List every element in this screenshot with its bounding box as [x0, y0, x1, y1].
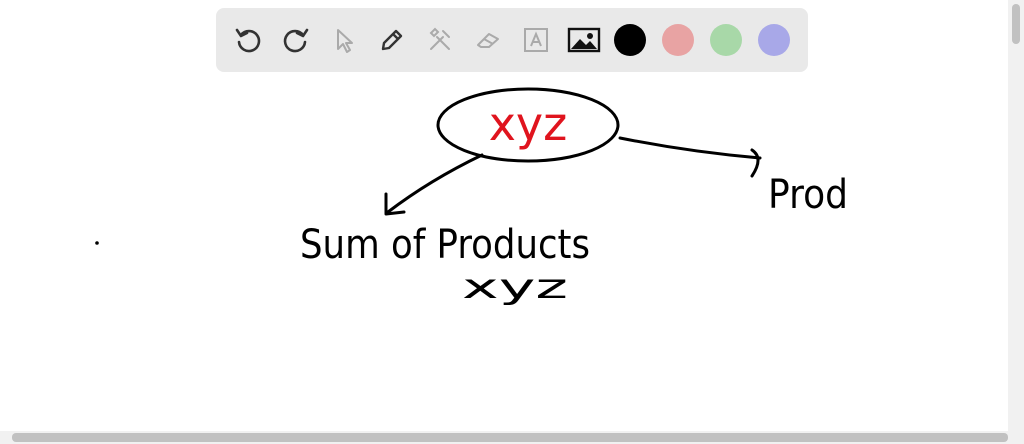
image-button[interactable]	[566, 22, 602, 58]
right-arrow-head	[750, 148, 760, 178]
left-branch-term: xyz	[462, 267, 568, 307]
undo-button[interactable]	[230, 22, 266, 58]
eraser-button[interactable]	[470, 22, 506, 58]
pencil-icon	[381, 29, 403, 51]
text-icon	[524, 28, 548, 52]
color-swatch-blue[interactable]	[758, 24, 790, 56]
tools-icon	[429, 27, 450, 50]
eraser-icon	[477, 33, 499, 48]
stray-dot	[95, 241, 99, 245]
pencil-button[interactable]	[374, 22, 410, 58]
text-button[interactable]	[518, 22, 554, 58]
select-button[interactable]	[326, 22, 362, 58]
horizontal-scrollbar-thumb[interactable]	[12, 433, 1008, 442]
color-swatch-red[interactable]	[662, 24, 694, 56]
pointer-icon	[337, 29, 353, 53]
image-icon	[567, 27, 601, 53]
left-arrow-line	[386, 153, 484, 214]
undo-icon	[235, 28, 261, 53]
vertical-scrollbar-thumb[interactable]	[1012, 4, 1020, 44]
left-branch-label: Sum of Products	[300, 222, 590, 268]
color-swatch-black[interactable]	[614, 24, 646, 56]
right-arrow-line	[618, 136, 762, 160]
color-swatch-green[interactable]	[710, 24, 742, 56]
tools-button[interactable]	[422, 22, 458, 58]
redo-button[interactable]	[278, 22, 314, 58]
right-branch-label: Prod	[768, 172, 848, 218]
redo-icon	[283, 28, 309, 53]
horizontal-scrollbar[interactable]	[0, 431, 1024, 444]
vertical-scrollbar[interactable]	[1008, 0, 1024, 431]
drawing-toolbar	[216, 8, 808, 72]
center-label: xyz	[489, 97, 568, 151]
